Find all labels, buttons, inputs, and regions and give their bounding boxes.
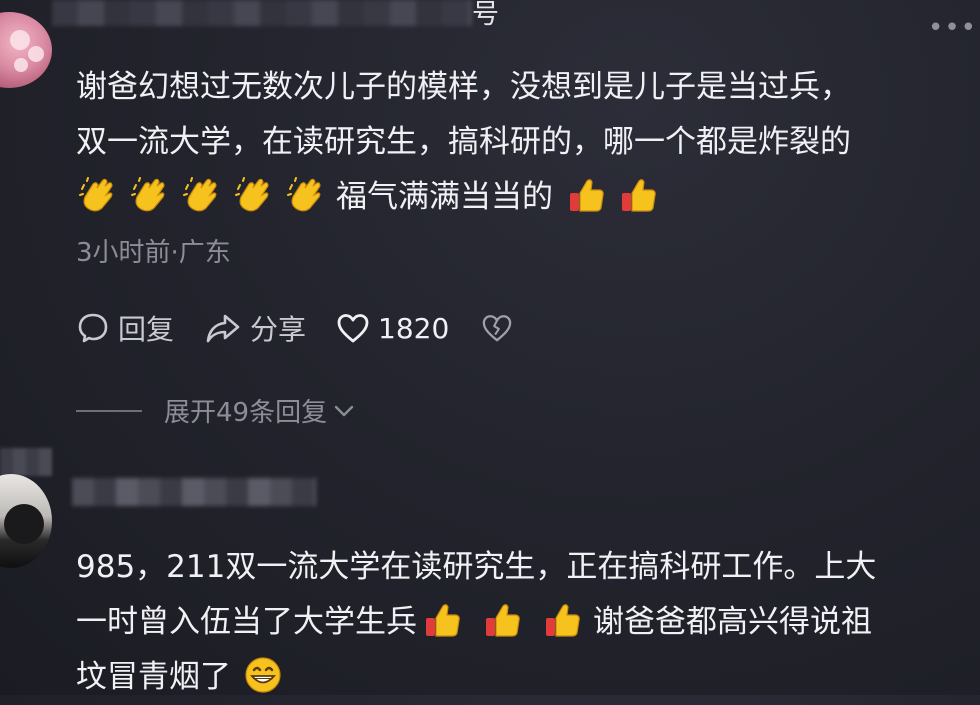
like-count: 1820 <box>378 311 450 345</box>
share-label: 分享 <box>250 313 307 346</box>
chevron-down-icon <box>334 405 354 416</box>
clapping-hands-icon <box>286 175 326 215</box>
clapping-hands-icon <box>234 175 274 215</box>
comment-actions: 回复 分享 1820 <box>76 306 513 350</box>
commenter-avatar[interactable] <box>0 474 52 568</box>
reply-button[interactable]: 回复 <box>76 308 174 348</box>
comment-segment: 谢爸爸都高兴得说祖 <box>593 604 872 640</box>
comment-segment: 坟冒青烟了 <box>76 659 231 695</box>
comment-line-emoji: 福气满满当当的 <box>76 170 956 225</box>
like-button[interactable]: 1820 <box>336 312 449 345</box>
expand-replies-button[interactable]: 展开49条回复 <box>76 392 355 429</box>
comment-text: 谢爸幻想过无数次儿子的模样，没想到是儿子是当过兵， 双一流大学，在读研究生，搞科… <box>76 60 956 225</box>
clapping-hands-icon <box>182 175 222 215</box>
comment-bubble-icon <box>78 313 108 343</box>
thumbs-up-icon <box>543 600 583 640</box>
comment-line: 谢爸幻想过无数次儿子的模样，没想到是儿子是当过兵， <box>76 69 851 105</box>
thumbs-up-icon <box>619 175 659 215</box>
reply-label: 回复 <box>118 313 175 346</box>
divider-dash <box>76 409 142 412</box>
comment-text: 985，211双一流大学在读研究生，正在搞科研工作。上大 一时曾入伍当了大学生兵… <box>76 540 956 705</box>
clapping-hands-icon <box>78 175 118 215</box>
comment-segment: 一时曾入伍当了大学生兵 <box>76 604 417 640</box>
comment-line: 双一流大学，在读研究生，搞科研的，哪一个都是炸裂的 <box>76 124 851 160</box>
heart-icon <box>337 314 369 343</box>
thumbs-up-icon <box>483 600 523 640</box>
grinning-face-icon <box>243 655 283 695</box>
dislike-button[interactable] <box>481 313 513 343</box>
comment-line-emoji: 一时曾入伍当了大学生兵 谢爸爸都高兴得说祖 <box>76 595 956 650</box>
expand-replies-label: 展开49条回复 <box>164 398 328 428</box>
more-dots-icon[interactable]: ••• <box>928 15 977 41</box>
comment-line: 985，211双一流大学在读研究生，正在搞科研工作。上大 <box>76 549 877 585</box>
blurred-username <box>52 0 472 26</box>
comment-suffix: 福气满满当当的 <box>336 179 553 215</box>
username-suffix: 号 <box>472 0 499 30</box>
commenter-avatar[interactable] <box>0 12 52 88</box>
blurred-username <box>72 478 316 506</box>
clapping-hands-icon <box>130 175 170 215</box>
share-button[interactable]: 分享 <box>204 308 306 348</box>
thumbs-up-icon <box>423 600 463 640</box>
blurred-region <box>0 448 52 476</box>
comment-meta: 3小时前·广东 <box>76 238 231 268</box>
broken-heart-icon <box>483 315 512 342</box>
share-arrow-icon <box>206 314 240 343</box>
thumbs-up-icon <box>567 175 607 215</box>
comment-line-emoji: 坟冒青烟了 <box>76 650 956 705</box>
